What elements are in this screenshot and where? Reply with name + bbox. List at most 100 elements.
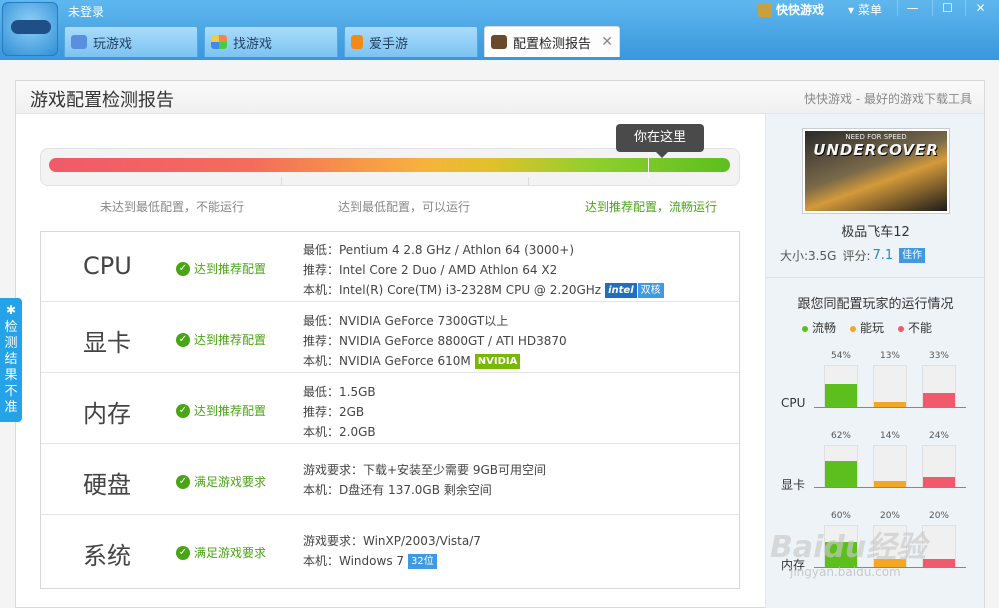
position-tooltip: 你在这里 <box>616 124 704 158</box>
chart-legend: 流畅 能玩 不能 <box>802 319 932 336</box>
spec-row-memory: 内存 ✓ 达到推荐配置 最低：1.5GB 推荐：2GB 本机：2.0GB <box>41 374 739 444</box>
watermark-url: jingyan.baidu.com <box>790 565 901 579</box>
nvidia-badge: NVIDIA <box>474 354 521 369</box>
spec-status: ✓ 达到推荐配置 <box>176 260 266 277</box>
meter-position-marker <box>648 153 650 177</box>
rating-label: 评分: <box>842 249 871 263</box>
maximize-button[interactable]: ☐ <box>932 0 962 16</box>
spec-table: CPU ✓ 达到推荐配置 最低：Pentium 4 2.8 GHz / Athlo… <box>40 231 740 589</box>
close-window-button[interactable]: ✕ <box>965 0 995 16</box>
check-icon: ✓ <box>176 474 190 489</box>
mini-bar <box>824 365 858 407</box>
close-icon[interactable]: ✕ <box>601 34 613 50</box>
user-menu[interactable]: 快快游戏 <box>758 1 824 18</box>
legend-smooth: 流畅 <box>802 319 836 336</box>
dual-core-badge: 双核 <box>637 283 664 298</box>
avatar <box>758 2 772 17</box>
mini-chart-axis <box>814 407 966 408</box>
check-icon: ✓ <box>176 545 190 560</box>
login-link[interactable]: 未登录 <box>68 3 104 20</box>
spec-details: 最低：NVIDIA GeForce 7300GT以上 推荐：NVIDIA GeF… <box>303 314 567 369</box>
mini-bar-label: 62% <box>830 431 851 441</box>
title-bar: 未登录 玩游戏 找游戏 爱手游 配置检测报告 ✕ 快快游戏 ▾ 菜单 — ☐ ✕ <box>0 0 999 60</box>
tab-report[interactable]: 配置检测报告 ✕ <box>484 26 620 57</box>
rating-badge: 佳作 <box>899 248 926 263</box>
check-icon: ✓ <box>176 403 190 418</box>
mini-bar-fill <box>923 393 955 407</box>
meter-label-fail: 未达到最低配置，不能运行 <box>100 200 245 214</box>
spec-status: ✓ 满足游戏要求 <box>176 544 266 561</box>
gamepad-icon <box>71 35 87 49</box>
mini-bar-fill <box>825 460 857 487</box>
minimize-button[interactable]: — <box>897 0 927 16</box>
spec-details: 最低：1.5GB 推荐：2GB 本机：2.0GB <box>303 385 376 439</box>
panel-header: 游戏配置检测报告 快快游戏 - 最好的游戏下载工具 <box>16 81 984 114</box>
watermark-logo: Baidu经验 <box>770 530 927 565</box>
mini-bar-label: 24% <box>928 431 949 441</box>
mini-bar-label: 20% <box>879 511 900 521</box>
mini-bar-label: 54% <box>830 351 851 361</box>
tab-label: 配置检测报告 <box>513 36 592 52</box>
spec-row-gpu: 显卡 ✓ 达到推荐配置 最低：NVIDIA GeForce 7300GT以上 推荐… <box>41 303 739 373</box>
page-title: 游戏配置检测报告 <box>30 90 174 111</box>
config-meter <box>40 148 740 186</box>
32bit-badge: 32位 <box>408 554 437 569</box>
mini-bar <box>922 525 956 567</box>
phone-icon <box>351 35 363 49</box>
mini-bar <box>922 365 956 407</box>
spec-details: 游戏要求：下载+安装至少需要 9GB可用空间 本机：D盘还有 137.0GB 剩… <box>303 463 547 497</box>
spec-status: ✓ 达到推荐配置 <box>176 402 266 419</box>
spec-row-disk: 硬盘 ✓ 满足游戏要求 游戏要求：下载+安装至少需要 9GB可用空间 本机：D盘还… <box>41 445 739 515</box>
meter-label-recommended: 达到推荐配置，流畅运行 <box>585 200 718 214</box>
mini-bar <box>824 445 858 487</box>
mini-bar <box>873 445 907 487</box>
feedback-tab[interactable]: ✱ 检测结果不准 <box>0 298 22 422</box>
game-size: 大小:3.5G <box>780 249 837 263</box>
rating-value: 7.1 <box>872 248 894 263</box>
mini-chart-label: 显卡 <box>781 478 806 492</box>
game-cover[interactable]: NEED FOR SPEED UNDERCOVER <box>802 128 950 214</box>
tab-find[interactable]: 找游戏 <box>204 26 338 57</box>
mini-bar <box>922 445 956 487</box>
check-icon: ✓ <box>176 332 190 347</box>
tab-label: 玩游戏 <box>93 36 133 52</box>
mini-chart-axis <box>814 487 966 488</box>
menu-button[interactable]: ▾ 菜单 <box>848 1 882 18</box>
meter-bar <box>49 158 730 172</box>
chevron-down-icon: ▾ <box>848 2 855 17</box>
check-icon: ✓ <box>176 261 190 276</box>
spec-details: 最低：Pentium 4 2.8 GHz / Athlon 64 (3000+)… <box>303 240 664 300</box>
spec-status: ✓ 达到推荐配置 <box>176 331 266 348</box>
game-name[interactable]: 极品飞车12 <box>766 221 985 240</box>
mini-bar-label: 33% <box>928 351 949 361</box>
grid-icon <box>211 35 227 49</box>
spec-row-cpu: CPU ✓ 达到推荐配置 最低：Pentium 4 2.8 GHz / Athlo… <box>41 232 739 302</box>
game-meta: 大小:3.5G 评分: 7.1 佳作 <box>780 247 926 264</box>
app-logo <box>2 2 58 56</box>
mini-bar-label: 14% <box>879 431 900 441</box>
tab-play[interactable]: 玩游戏 <box>64 26 198 57</box>
intel-badge: intel <box>605 283 637 298</box>
mini-bar-fill <box>923 558 955 567</box>
spec-name: 系统 <box>83 542 131 570</box>
spec-status: ✓ 满足游戏要求 <box>176 473 266 490</box>
legend-unplayable: 不能 <box>898 319 932 336</box>
feedback-label: 检测结果不准 <box>4 320 18 415</box>
slogan: 快快游戏 - 最好的游戏下载工具 <box>804 92 972 106</box>
legend-playable: 能玩 <box>850 319 884 336</box>
mini-chart-group: CPU 54% 13% 33% <box>766 351 985 421</box>
mini-chart-group: 显卡 62% 14% 24% <box>766 431 985 501</box>
mini-bar-fill <box>825 384 857 407</box>
mini-bar <box>873 365 907 407</box>
same-config-title: 跟您同配置玩家的运行情况 <box>797 297 954 312</box>
tab-label: 找游戏 <box>233 36 273 52</box>
mini-chart-label: CPU <box>781 396 806 410</box>
spec-name: 内存 <box>83 400 131 428</box>
meter-label-min: 达到最低配置，可以运行 <box>338 200 471 214</box>
mini-bar-fill <box>923 476 955 487</box>
tab-mobile[interactable]: 爱手游 <box>344 26 478 57</box>
mini-bar-label: 60% <box>830 511 851 521</box>
spec-name: 显卡 <box>83 329 131 357</box>
mini-bar-label: 13% <box>879 351 900 361</box>
game-cover-icon <box>491 35 507 49</box>
